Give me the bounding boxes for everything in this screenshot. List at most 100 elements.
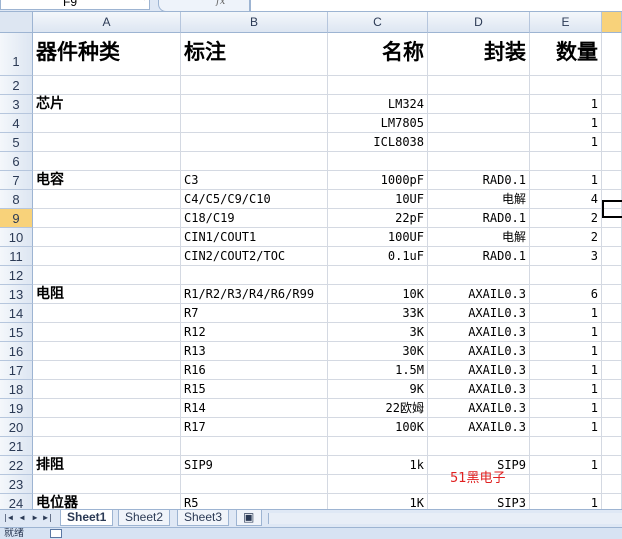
cell-b12[interactable] <box>181 266 328 285</box>
cell-c18[interactable]: 9K <box>328 380 428 399</box>
cell-f17[interactable] <box>602 361 622 380</box>
cell-e6[interactable] <box>530 152 602 171</box>
cell-f11[interactable] <box>602 247 622 266</box>
row-header[interactable]: 6 <box>0 152 33 171</box>
cell-d11[interactable]: RAD0.1 <box>428 247 530 266</box>
last-sheet-icon[interactable]: ▶| <box>43 512 53 524</box>
cell-e15[interactable]: 1 <box>530 323 602 342</box>
cell-f4[interactable] <box>602 114 622 133</box>
cell-c5[interactable]: ICL8038 <box>328 133 428 152</box>
cell-e17[interactable]: 1 <box>530 361 602 380</box>
cell-d3[interactable] <box>428 95 530 114</box>
row-header[interactable]: 5 <box>0 133 33 152</box>
cell-e20[interactable]: 1 <box>530 418 602 437</box>
cell-e5[interactable]: 1 <box>530 133 602 152</box>
tab-sheet1[interactable]: Sheet1 <box>60 510 114 526</box>
cell-a10[interactable] <box>33 228 181 247</box>
cell-b20[interactable]: R17 <box>181 418 328 437</box>
cell-d6[interactable] <box>428 152 530 171</box>
cell-a23[interactable] <box>33 475 181 494</box>
row-header[interactable]: 20 <box>0 418 33 437</box>
cell-b7[interactable]: C3 <box>181 171 328 190</box>
cell-e11[interactable]: 3 <box>530 247 602 266</box>
cell-d20[interactable]: AXAIL0.3 <box>428 418 530 437</box>
tab-sheet3[interactable]: Sheet3 <box>177 510 230 526</box>
cell-a8[interactable] <box>33 190 181 209</box>
chevron-down-icon[interactable]: ▼ <box>142 0 147 3</box>
prev-sheet-icon[interactable]: ◀ <box>17 512 27 524</box>
cell-a12[interactable] <box>33 266 181 285</box>
cell-f7[interactable] <box>602 171 622 190</box>
cell-d18[interactable]: AXAIL0.3 <box>428 380 530 399</box>
cell-f19[interactable] <box>602 399 622 418</box>
cell-e13[interactable]: 6 <box>530 285 602 304</box>
cell-c22[interactable]: 1k <box>328 456 428 475</box>
cell-d21[interactable] <box>428 437 530 456</box>
cell-f14[interactable] <box>602 304 622 323</box>
cell-c13[interactable]: 10K <box>328 285 428 304</box>
formula-input[interactable] <box>250 0 622 11</box>
cell-a22[interactable]: 排阻 <box>33 456 181 475</box>
cell-c12[interactable] <box>328 266 428 285</box>
cell-b6[interactable] <box>181 152 328 171</box>
cell-d12[interactable] <box>428 266 530 285</box>
cell-b2[interactable] <box>181 76 328 95</box>
cell-f23[interactable] <box>602 475 622 494</box>
column-header-c[interactable]: C <box>328 12 428 33</box>
cell-a15[interactable] <box>33 323 181 342</box>
cell-c17[interactable]: 1.5M <box>328 361 428 380</box>
cell-e16[interactable]: 1 <box>530 342 602 361</box>
cell-b11[interactable]: CIN2/COUT2/TOC <box>181 247 328 266</box>
cell-a6[interactable] <box>33 152 181 171</box>
cell-f10[interactable] <box>602 228 622 247</box>
row-header[interactable]: 15 <box>0 323 33 342</box>
cell-d15[interactable]: AXAIL0.3 <box>428 323 530 342</box>
cell-e9[interactable]: 2 <box>530 209 602 228</box>
cell-a19[interactable] <box>33 399 181 418</box>
cell-f3[interactable] <box>602 95 622 114</box>
cell-e19[interactable]: 1 <box>530 399 602 418</box>
row-header[interactable]: 2 <box>0 76 33 95</box>
cell-f1[interactable] <box>602 33 622 76</box>
cell-d16[interactable]: AXAIL0.3 <box>428 342 530 361</box>
cell-c19[interactable]: 22欧姆 <box>328 399 428 418</box>
cell-e18[interactable]: 1 <box>530 380 602 399</box>
cell-e7[interactable]: 1 <box>530 171 602 190</box>
row-header[interactable]: 3 <box>0 95 33 114</box>
row-header[interactable]: 21 <box>0 437 33 456</box>
cell-b18[interactable]: R15 <box>181 380 328 399</box>
cell-a13[interactable]: 电阻 <box>33 285 181 304</box>
cell-e10[interactable]: 2 <box>530 228 602 247</box>
cell-c21[interactable] <box>328 437 428 456</box>
cell-e21[interactable] <box>530 437 602 456</box>
cell-e23[interactable] <box>530 475 602 494</box>
cell-a17[interactable] <box>33 361 181 380</box>
cell-f13[interactable] <box>602 285 622 304</box>
macro-record-icon[interactable] <box>50 529 62 538</box>
cell-d9[interactable]: RAD0.1 <box>428 209 530 228</box>
row-header[interactable]: 16 <box>0 342 33 361</box>
cell-c3[interactable]: LM324 <box>328 95 428 114</box>
cell-b16[interactable]: R13 <box>181 342 328 361</box>
row-header[interactable]: 14 <box>0 304 33 323</box>
cell-c2[interactable] <box>328 76 428 95</box>
column-header-a[interactable]: A <box>33 12 181 33</box>
cell-e2[interactable] <box>530 76 602 95</box>
cell-e22[interactable]: 1 <box>530 456 602 475</box>
cell-a1[interactable]: 器件种类 <box>33 33 181 76</box>
cell-c15[interactable]: 3K <box>328 323 428 342</box>
cell-d17[interactable]: AXAIL0.3 <box>428 361 530 380</box>
name-box[interactable]: F9 <box>0 0 150 10</box>
cell-e4[interactable]: 1 <box>530 114 602 133</box>
cell-a9[interactable] <box>33 209 181 228</box>
cell-f6[interactable] <box>602 152 622 171</box>
cell-f22[interactable] <box>602 456 622 475</box>
cell-a3[interactable]: 芯片 <box>33 95 181 114</box>
cell-b23[interactable] <box>181 475 328 494</box>
row-header[interactable]: 9 <box>0 209 33 228</box>
cell-d13[interactable]: AXAIL0.3 <box>428 285 530 304</box>
row-header[interactable]: 12 <box>0 266 33 285</box>
row-header[interactable]: 23 <box>0 475 33 494</box>
cell-a16[interactable] <box>33 342 181 361</box>
column-header-b[interactable]: B <box>181 12 328 33</box>
